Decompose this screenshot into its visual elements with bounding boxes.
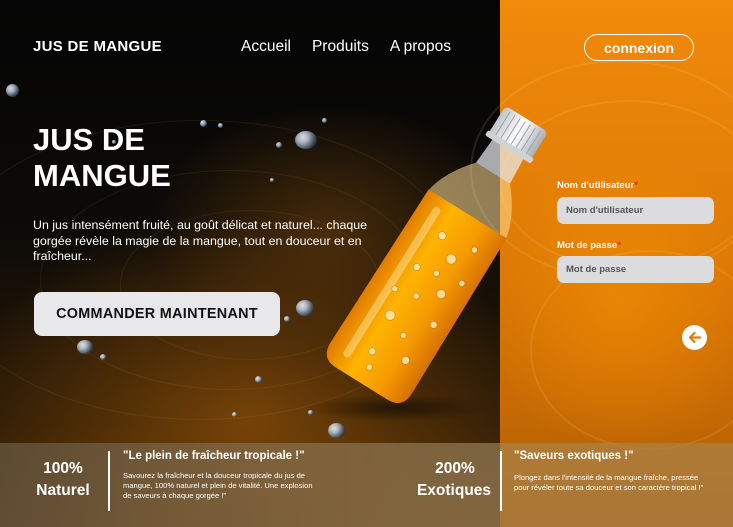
login-button[interactable]: connexion — [584, 34, 694, 61]
nav-link-home[interactable]: Accueil — [241, 38, 291, 56]
nav-link-products[interactable]: Produits — [312, 38, 369, 56]
feature-text-freshness: Savourez la fraîcheur et la douceur trop… — [123, 471, 313, 500]
water-drop — [6, 84, 19, 97]
stat-value-exotic: 200% — [435, 460, 475, 477]
nav-link-about[interactable]: A propos — [390, 38, 451, 56]
username-label: Nom d'utilisateur* — [557, 180, 638, 191]
landing-page: JUS DE MANGUE Accueil Produits A propos … — [0, 0, 733, 527]
required-marker: * — [617, 240, 621, 251]
water-drop — [276, 142, 282, 148]
stat-label-exotic: Exotiques — [416, 482, 492, 499]
water-drop — [232, 412, 237, 417]
stat-value-natural: 100% — [43, 460, 83, 477]
order-now-button[interactable]: COMMANDER MAINTENANT — [34, 292, 280, 336]
hero-description: Un jus intensément fruité, au goût délic… — [33, 218, 368, 263]
feature-title-freshness: "Le plein de fraîcheur tropicale !" — [123, 450, 305, 462]
password-label: Mot de passe* — [557, 240, 621, 251]
water-drop — [77, 340, 93, 354]
water-drop — [270, 178, 274, 182]
feature-text-exotic: Plongez dans l'intensité de la mangue fr… — [514, 473, 704, 492]
username-input[interactable] — [557, 197, 714, 224]
brand-logo[interactable]: JUS DE MANGUE — [33, 38, 162, 55]
username-label-text: Nom d'utilisateur — [557, 180, 635, 191]
divider — [108, 451, 110, 511]
password-label-text: Mot de passe — [557, 240, 618, 251]
divider — [500, 451, 502, 511]
water-drop — [284, 316, 290, 322]
back-button[interactable] — [682, 325, 707, 350]
water-drop — [255, 376, 262, 383]
main-nav: Accueil Produits A propos — [241, 38, 451, 56]
water-drop — [100, 354, 106, 360]
password-input[interactable] — [557, 256, 714, 283]
hero-title: JUS DE MANGUE — [33, 122, 171, 193]
required-marker: * — [634, 180, 638, 191]
arrow-left-icon — [688, 331, 702, 344]
feature-title-exotic: "Saveurs exotiques !" — [514, 450, 634, 462]
stat-label-natural: Naturel — [36, 482, 90, 499]
